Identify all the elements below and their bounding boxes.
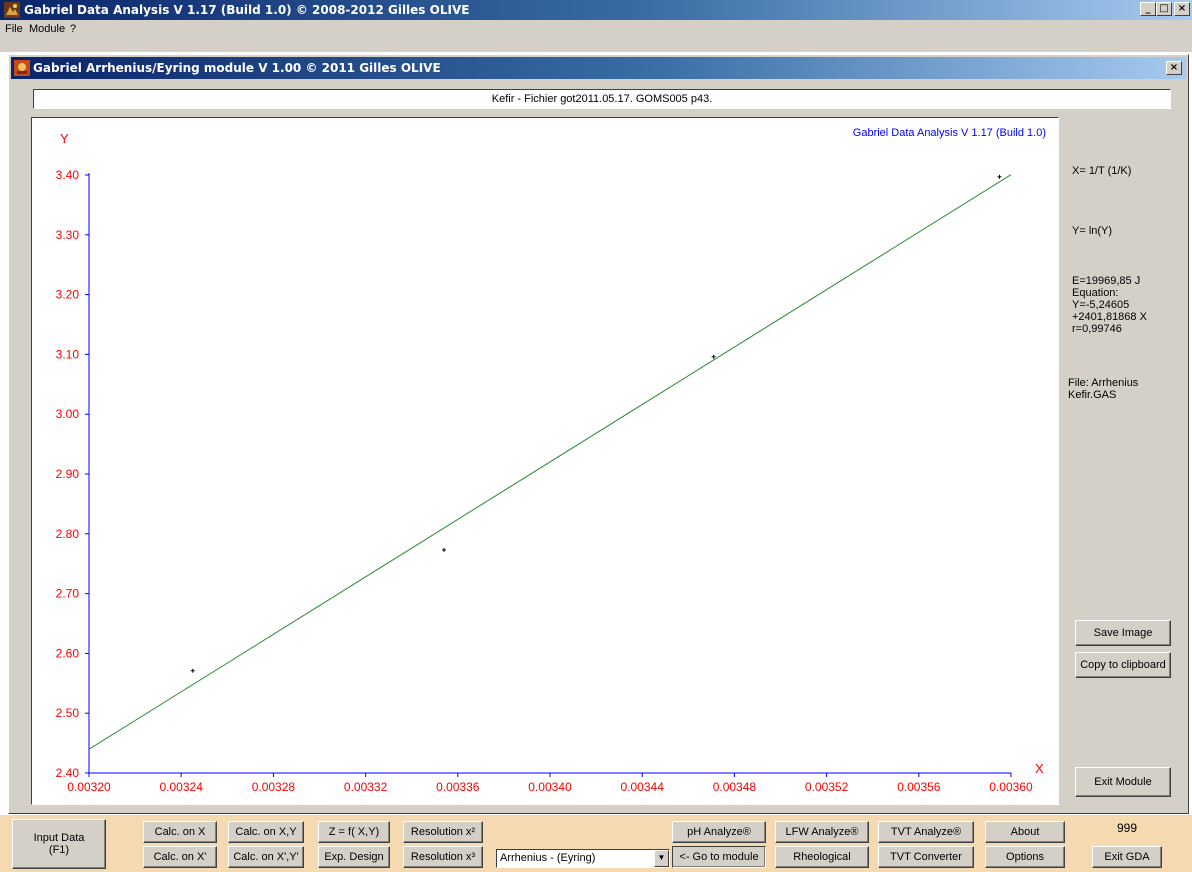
menu-help[interactable]: ?: [70, 23, 76, 35]
x-tick-label: 0.00360: [989, 780, 1033, 794]
data-point: [441, 547, 446, 552]
tvt-converter-button[interactable]: TVT Converter: [878, 846, 974, 868]
module-title: Gabriel Arrhenius/Eyring module V 1.00 ©…: [33, 61, 441, 75]
maximize-button[interactable]: □: [1156, 2, 1172, 16]
copy-clipboard-button[interactable]: Copy to clipboard: [1075, 652, 1171, 678]
arrhenius-module-window: Gabriel Arrhenius/Eyring module V 1.00 ©…: [8, 54, 1189, 814]
fit-line-group: [88, 174, 1012, 750]
y-tick-label: 3.30: [56, 228, 80, 242]
rheological-button[interactable]: Rheological: [775, 846, 869, 868]
calc-on-xy-prime-button[interactable]: Calc. on X',Y': [228, 846, 304, 868]
options-button[interactable]: Options: [985, 846, 1065, 868]
minimize-button[interactable]: _: [1140, 2, 1156, 16]
module-select-value: Arrhenius - (Eyring): [500, 852, 596, 864]
lfw-analyze-button[interactable]: LFW Analyze®: [775, 821, 869, 843]
resolution-x2-button[interactable]: Resolution x²: [403, 821, 483, 843]
x-tick-label: 0.00320: [67, 780, 111, 794]
exit-gda-button[interactable]: Exit GDA: [1092, 846, 1162, 868]
module-logo-icon: [14, 60, 30, 76]
y-tick-label: 2.50: [56, 706, 80, 720]
x-tick-label: 0.00344: [621, 780, 665, 794]
exp-design-button[interactable]: Exp. Design: [318, 846, 390, 868]
x-transform-label: X= 1/T (1/K): [1072, 165, 1132, 177]
x-tick-label: 0.00340: [528, 780, 572, 794]
y-tick-label: 2.80: [56, 527, 80, 541]
y-tick-label: 3.40: [56, 168, 80, 182]
chart-watermark: Gabriel Data Analysis V 1.17 (Build 1.0): [853, 127, 1046, 139]
x-tick-label: 0.00324: [160, 780, 204, 794]
about-button[interactable]: About: [985, 821, 1065, 843]
menu-module[interactable]: Module: [29, 23, 65, 35]
app-title: Gabriel Data Analysis V 1.17 (Build 1.0)…: [24, 3, 470, 17]
calc-on-xy-button[interactable]: Calc. on X,Y: [228, 821, 304, 843]
data-point: [190, 668, 195, 673]
y-tick-label: 2.90: [56, 467, 80, 481]
ph-analyze-button[interactable]: pH Analyze®: [672, 821, 766, 843]
x-axis-label: X: [1035, 761, 1044, 776]
counter-value: 999: [1116, 821, 1138, 835]
data-points: [190, 174, 1002, 673]
module-close-button[interactable]: ×: [1166, 61, 1182, 75]
y-tick-label: 3.00: [56, 407, 80, 421]
y-tick-label: 2.40: [56, 766, 80, 780]
equation-text: E=19969,85 J Equation: Y=-5,24605 +2401,…: [1072, 275, 1147, 335]
exit-module-button[interactable]: Exit Module: [1075, 767, 1171, 797]
menu-file[interactable]: File: [5, 23, 23, 35]
x-tick-label: 0.00332: [344, 780, 388, 794]
y-tick-label: 2.60: [56, 646, 80, 660]
app-logo-icon: [4, 2, 20, 18]
file-caption: Kefir - Fichier got2011.05.17. GOMS005 p…: [33, 89, 1171, 109]
module-select[interactable]: Arrhenius - (Eyring) ▼: [496, 849, 670, 868]
bottom-toolbar: Input Data (F1) Calc. on X Calc. on X' C…: [0, 815, 1192, 872]
calc-on-x-button[interactable]: Calc. on X: [143, 821, 217, 843]
x-tick-label: 0.00352: [805, 780, 849, 794]
input-data-button[interactable]: Input Data (F1): [12, 819, 106, 869]
chevron-down-icon[interactable]: ▼: [654, 850, 669, 867]
x-tick-label: 0.00348: [713, 780, 757, 794]
app-title-bar[interactable]: Gabriel Data Analysis V 1.17 (Build 1.0)…: [0, 0, 1192, 20]
module-title-bar[interactable]: Gabriel Arrhenius/Eyring module V 1.00 ©…: [11, 57, 1186, 79]
y-axis-label: Y: [60, 131, 69, 146]
file-info-text: File: Arrhenius Kefir.GAS: [1068, 377, 1139, 401]
chart-axes: [88, 173, 1011, 774]
menu-bar: File Module ?: [0, 20, 1192, 52]
y-tick-label: 2.70: [56, 587, 80, 601]
y-transform-label: Y= ln(Y): [1072, 225, 1113, 237]
data-point: [711, 354, 716, 359]
resolution-x3-button[interactable]: Resolution x³: [403, 846, 483, 868]
chart-ticks: 2.40 2.50 2.60 2.70 2.80 2.90 3.00 3.10 3.20 3.30…: [56, 168, 1033, 794]
go-to-module-button[interactable]: <- Go to module: [672, 846, 766, 868]
save-image-button[interactable]: Save Image: [1075, 620, 1171, 646]
close-button[interactable]: ×: [1174, 2, 1190, 16]
arrhenius-chart: Gabriel Data Analysis V 1.17 (Build 1.0)…: [56, 127, 1046, 794]
x-tick-label: 0.00356: [897, 780, 941, 794]
calc-on-x-prime-button[interactable]: Calc. on X': [143, 846, 217, 868]
data-point: [997, 174, 1002, 179]
tvt-analyze-button[interactable]: TVT Analyze®: [878, 821, 974, 843]
x-tick-label: 0.00336: [436, 780, 480, 794]
z-fxy-button[interactable]: Z = f( X,Y): [318, 821, 390, 843]
y-tick-label: 3.10: [56, 347, 80, 361]
fit-line: [88, 174, 1012, 750]
plot-area: Gabriel Data Analysis V 1.17 (Build 1.0)…: [31, 117, 1059, 805]
y-tick-label: 3.20: [56, 288, 80, 302]
x-tick-label: 0.00328: [252, 780, 296, 794]
